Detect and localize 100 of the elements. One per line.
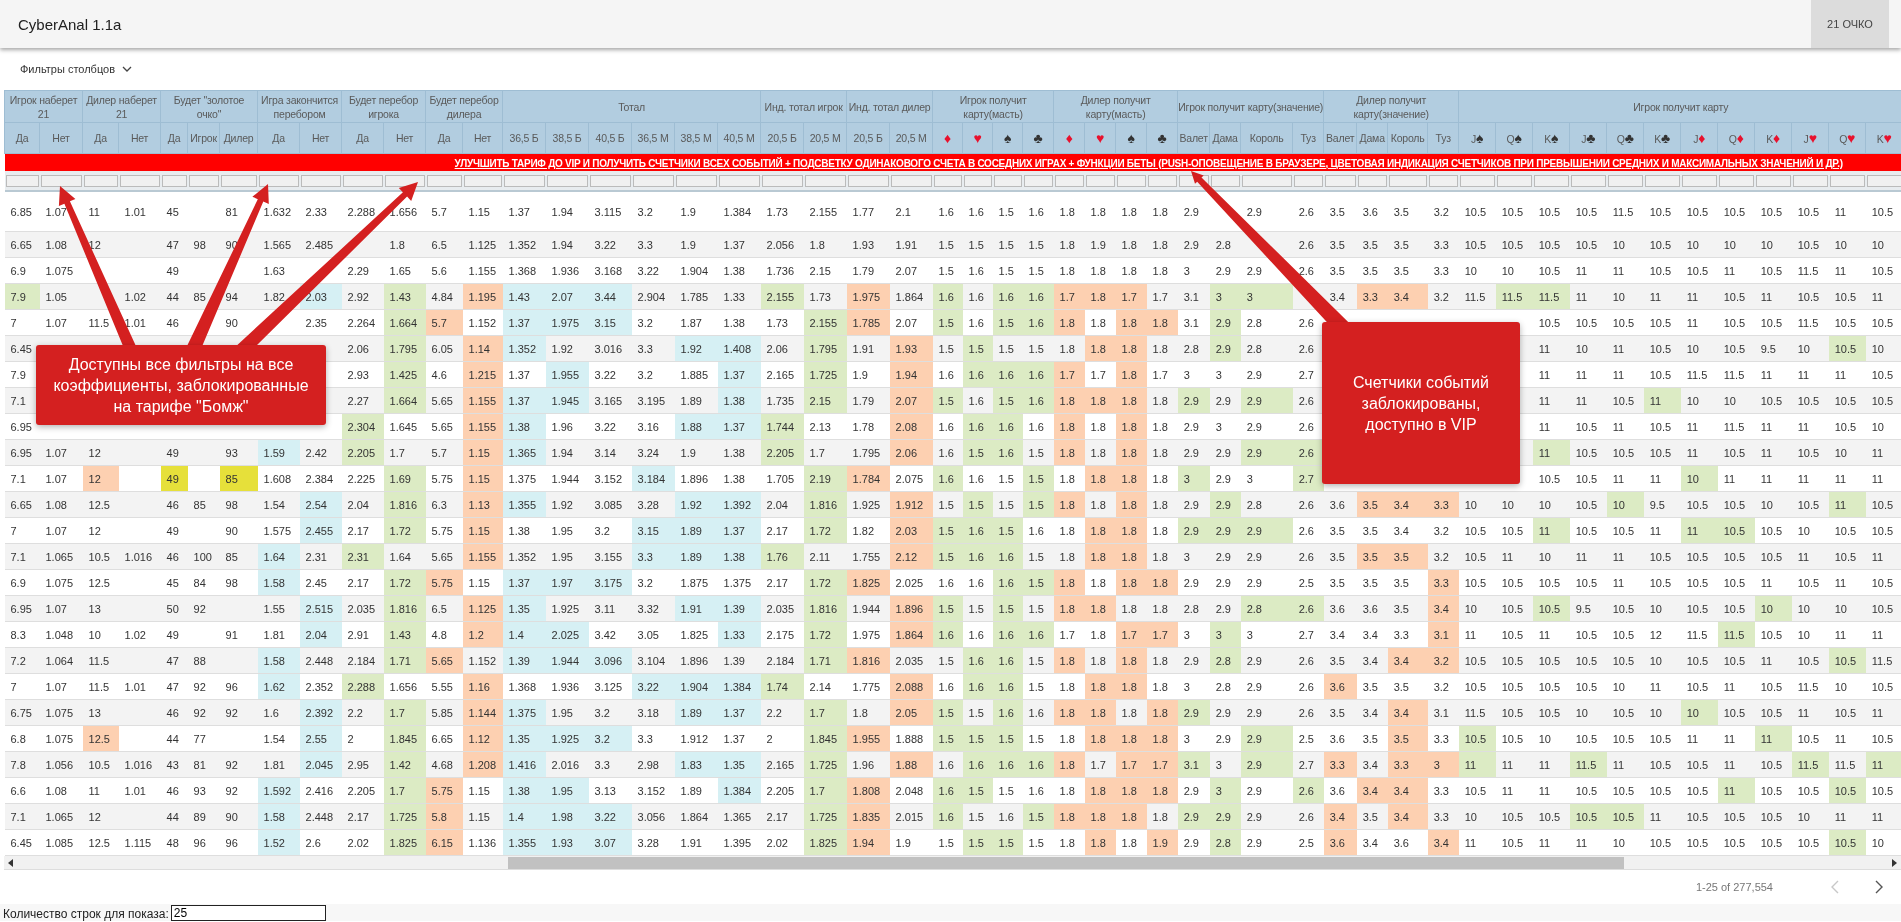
- filter-field[interactable]: [632, 174, 674, 187]
- table-cell: 2.1: [889, 191, 933, 232]
- filter-field[interactable]: [1792, 174, 1828, 187]
- filter-field[interactable]: [847, 174, 889, 187]
- filter-field[interactable]: [1324, 174, 1356, 187]
- column-group-header: Инд. тотал игрок: [760, 90, 847, 123]
- filter-field[interactable]: [342, 174, 383, 187]
- table-cell: 3.5: [1387, 191, 1428, 232]
- filter-field[interactable]: [933, 174, 962, 187]
- filter-field[interactable]: [1644, 174, 1680, 187]
- table-cell: 7: [4, 673, 40, 700]
- filter-field[interactable]: [1085, 174, 1115, 187]
- table-cell: 10.5: [1643, 191, 1681, 232]
- nav-tab[interactable]: 21 ОЧКО: [1811, 0, 1889, 48]
- filter-field[interactable]: [761, 174, 803, 187]
- chevron-right-icon: [1875, 880, 1883, 894]
- table-cell: 6.95: [4, 439, 40, 466]
- column-group-header: Тотал: [502, 90, 761, 123]
- filter-field[interactable]: [83, 174, 118, 187]
- filter-field[interactable]: [188, 174, 219, 187]
- filter-field[interactable]: [463, 174, 502, 187]
- filter-field[interactable]: [1607, 174, 1643, 187]
- filter-field[interactable]: [1147, 174, 1177, 187]
- column-header[interactable]: Король: [1240, 122, 1293, 154]
- horizontal-scrollbar[interactable]: [4, 856, 1901, 870]
- filter-field[interactable]: [1496, 174, 1532, 187]
- table-cell: 7: [4, 517, 40, 544]
- filter-field[interactable]: [1357, 174, 1387, 187]
- filter-field[interactable]: [1829, 174, 1865, 187]
- table-cell: 1.01: [118, 191, 161, 232]
- filter-field[interactable]: [804, 174, 846, 187]
- filter-field[interactable]: [1210, 174, 1240, 187]
- table-cell: 10.5: [1569, 191, 1607, 232]
- table-cell: 10.5: [1680, 191, 1718, 232]
- filter-field[interactable]: [1570, 174, 1606, 187]
- filter-field[interactable]: [258, 174, 299, 187]
- filter-field[interactable]: [1866, 174, 1901, 187]
- filter-field[interactable]: [5, 174, 39, 187]
- filter-field[interactable]: [1459, 174, 1495, 187]
- table-cell: 7.1: [4, 465, 40, 492]
- filter-field[interactable]: [300, 174, 341, 187]
- column-group-header: Будет "золотое очко": [160, 90, 258, 123]
- table-cell: 11.5: [1606, 191, 1644, 232]
- table-cell: 6.65: [4, 491, 40, 518]
- filter-field[interactable]: [384, 174, 425, 187]
- column-group-header: Игрок наберет 21: [4, 90, 83, 123]
- filter-field[interactable]: [963, 174, 992, 187]
- table-cell: 1.37: [502, 191, 546, 232]
- column-group-header: Будет перебор игрока: [341, 90, 426, 123]
- table-cell: 1.73: [760, 191, 804, 232]
- table-cell: 3.115: [588, 191, 632, 232]
- table-cell: 1.15: [462, 191, 503, 232]
- filter-field[interactable]: [1293, 174, 1323, 187]
- table-cell: 7.9: [4, 283, 40, 310]
- filter-field[interactable]: [675, 174, 717, 187]
- column-group-header: Игрок получит карту(масть): [932, 90, 1054, 123]
- table-cell: 11: [1828, 191, 1866, 232]
- column-header[interactable]: Да: [4, 122, 40, 154]
- filter-field[interactable]: [546, 174, 588, 187]
- table-cell: 2.33: [299, 191, 342, 232]
- filter-field[interactable]: [1428, 174, 1458, 187]
- filter-field[interactable]: [1054, 174, 1084, 187]
- filter-field[interactable]: [718, 174, 760, 187]
- rows-count-field[interactable]: 25: [170, 905, 326, 921]
- scrollbar-thumb[interactable]: [508, 856, 1624, 869]
- filter-field[interactable]: [1116, 174, 1146, 187]
- filter-field[interactable]: [503, 174, 545, 187]
- table-cell: 8.3: [4, 621, 40, 648]
- column-filters-toggle[interactable]: Фильтры столбцов: [20, 61, 133, 77]
- column-group-header: Игрок получит карту: [1458, 90, 1901, 123]
- column-group-header: Игрок получит карту(значение): [1177, 90, 1324, 123]
- filter-field[interactable]: [1023, 174, 1053, 187]
- filter-field[interactable]: [589, 174, 631, 187]
- filter-field[interactable]: [161, 174, 187, 187]
- table-cell: 1.77: [846, 191, 890, 232]
- scroll-left-icon[interactable]: [8, 858, 14, 867]
- filter-field[interactable]: [220, 174, 257, 187]
- table-cell: 6.9: [4, 569, 40, 596]
- column-group-header: Дилер получит карту(масть): [1053, 90, 1178, 123]
- filter-field[interactable]: [1241, 174, 1292, 187]
- filter-field[interactable]: [40, 174, 82, 187]
- filter-field[interactable]: [1718, 174, 1754, 187]
- column-group-header: Дилер получит карту(значение): [1323, 90, 1459, 123]
- table-cell: 7.8: [4, 751, 40, 778]
- scroll-right-icon[interactable]: [1891, 858, 1897, 867]
- chevron-left-icon: [1831, 880, 1839, 894]
- filter-field[interactable]: [1533, 174, 1569, 187]
- app-title: CyberAnal 1.1a: [18, 15, 122, 33]
- filter-field[interactable]: [1755, 174, 1791, 187]
- filter-field[interactable]: [890, 174, 932, 187]
- filter-field[interactable]: [1681, 174, 1717, 187]
- rows-count-label: Количество строк для показа:: [3, 907, 169, 921]
- column-group-header: Будет перебор дилера: [425, 90, 503, 123]
- filter-field[interactable]: [119, 174, 160, 187]
- filter-field[interactable]: [1388, 174, 1427, 187]
- table-cell: 7.1: [4, 803, 40, 830]
- filter-field[interactable]: [993, 174, 1022, 187]
- filter-field[interactable]: [426, 174, 462, 187]
- table-cell: 1.94: [545, 191, 589, 232]
- table-cell: 6.8: [4, 725, 40, 752]
